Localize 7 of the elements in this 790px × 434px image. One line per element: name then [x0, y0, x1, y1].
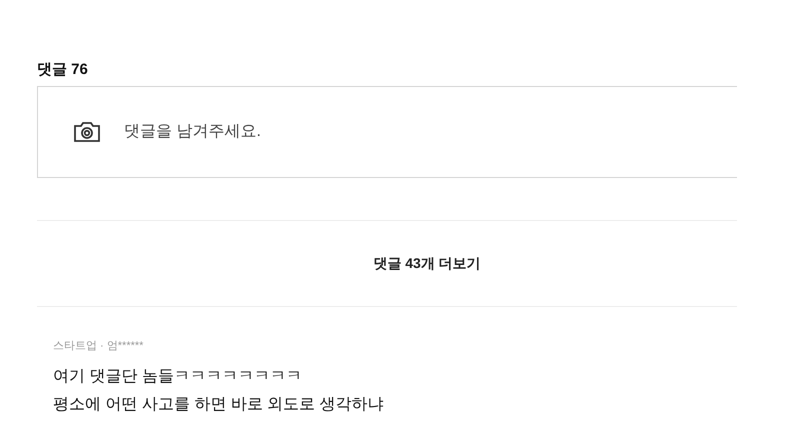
comment-text: 평소에 어떤 사고를 하면 바로 외도로 생각하냐: [53, 395, 384, 415]
more-comments-button[interactable]: 댓글 43개 더보기: [373, 253, 481, 274]
comment-author: 스타트업 · 엄******: [53, 339, 144, 354]
camera-icon[interactable]: [73, 120, 101, 144]
section-heading: 댓글 76: [37, 60, 88, 80]
comment-text: 여기 댓글단 놈들ㅋㅋㅋㅋㅋㅋㅋㅋ: [53, 367, 302, 387]
comment-input-field[interactable]: 댓글을 남겨주세요.: [37, 86, 737, 178]
